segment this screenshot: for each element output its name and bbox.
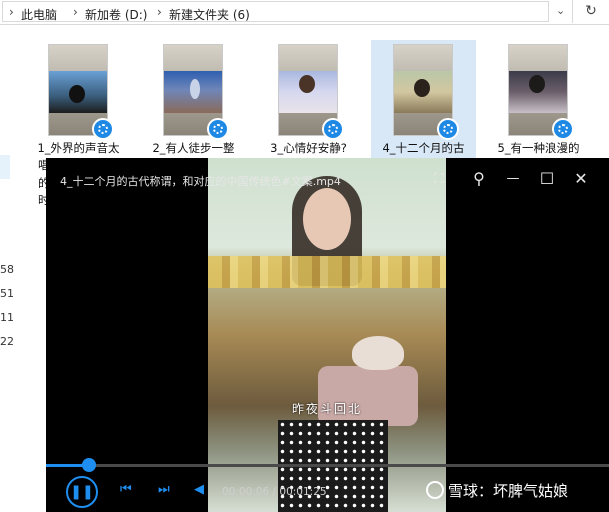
file-name: 5_有一种浪漫的 [497,141,580,155]
address-box[interactable]: › 此电脑 › 新加卷 (D:) › 新建文件夹 (6) [2,1,549,22]
progress-fill [46,464,86,467]
file-item[interactable]: 5_有一种浪漫的 [486,40,591,162]
time-total: 00:01:25 [279,486,327,498]
pin-icon[interactable]: ⚲ [466,166,492,192]
time-display: 00:00:06 / 00:01:25 [222,486,327,498]
file-name: 3_心情好安静? [270,141,347,155]
breadcrumb-separator: › [73,5,78,19]
watermark: 雪球：坏脾气姑娘 [426,480,568,501]
breadcrumb-drive-d[interactable]: 新加卷 (D:) [85,6,147,23]
next-icon[interactable]: ⏭ [158,482,170,497]
refresh-icon[interactable]: ↻ [572,0,609,23]
file-name: 2_有人徒步一整 [152,141,235,155]
nav-item-label[interactable]: 51 [0,287,14,300]
nav-selection-highlight [0,155,10,179]
pause-button[interactable]: ❚❚ [66,476,98,508]
progress-handle[interactable] [82,458,96,472]
nav-item-label[interactable]: 11 [0,311,14,324]
video-player-icon [207,118,229,140]
video-player-icon [92,118,114,140]
file-name: 1_外界的声音太 [37,141,120,155]
nav-item-label[interactable]: 22 [0,335,14,348]
fullscreen-icon[interactable]: ⛶ [426,166,452,192]
volume-icon[interactable]: ◀ [194,482,204,497]
player-title: 4_十二个月的古代称谓，和对应的中国传统色#文案.mp4 [60,175,341,188]
breadcrumb-this-pc[interactable]: 此电脑 [21,6,57,23]
chevron-down-icon[interactable]: ⌄ [556,4,565,17]
progress-bar[interactable] [46,464,609,467]
close-button[interactable]: ✕ [568,166,594,192]
time-current: 00:00:06 [222,486,270,498]
file-item[interactable]: 1_外界的声音太 [26,40,131,162]
file-item[interactable]: 2_有人徒步一整 [141,40,246,162]
video-player-icon [552,118,574,140]
video-player-window[interactable]: 昨夜斗回北 4_十二个月的古代称谓，和对应的中国传统色#文案.mp4 ⛶ ⚲ —… [46,158,609,512]
time-separator: / [269,486,280,498]
video-player-icon [437,118,459,140]
file-item[interactable]: 3_心情好安静? [256,40,361,162]
navigation-pane: 58 51 11 22 [0,25,14,512]
nav-item-label[interactable]: 58 [0,263,14,276]
breadcrumb-separator: › [9,5,14,19]
xueqiu-logo-icon [426,481,444,499]
minimize-button[interactable]: — [500,166,526,192]
address-bar: › 此电脑 › 新加卷 (D:) › 新建文件夹 (6) ⌄ ↻ [0,0,609,25]
video-subtitle: 昨夜斗回北 [291,402,362,416]
file-name: 4_十二个月的古 [382,141,465,155]
maximize-button[interactable]: ☐ [534,166,560,192]
previous-icon[interactable]: ⏮ [120,482,132,497]
watermark-text: 雪球：坏脾气姑娘 [448,482,569,500]
breadcrumb-folder[interactable]: 新建文件夹 (6) [169,6,250,23]
video-player-icon [322,118,344,140]
file-item-selected[interactable]: 4_十二个月的古 [371,40,476,162]
breadcrumb-separator: › [157,5,162,19]
video-frame[interactable]: 昨夜斗回北 [208,158,446,512]
